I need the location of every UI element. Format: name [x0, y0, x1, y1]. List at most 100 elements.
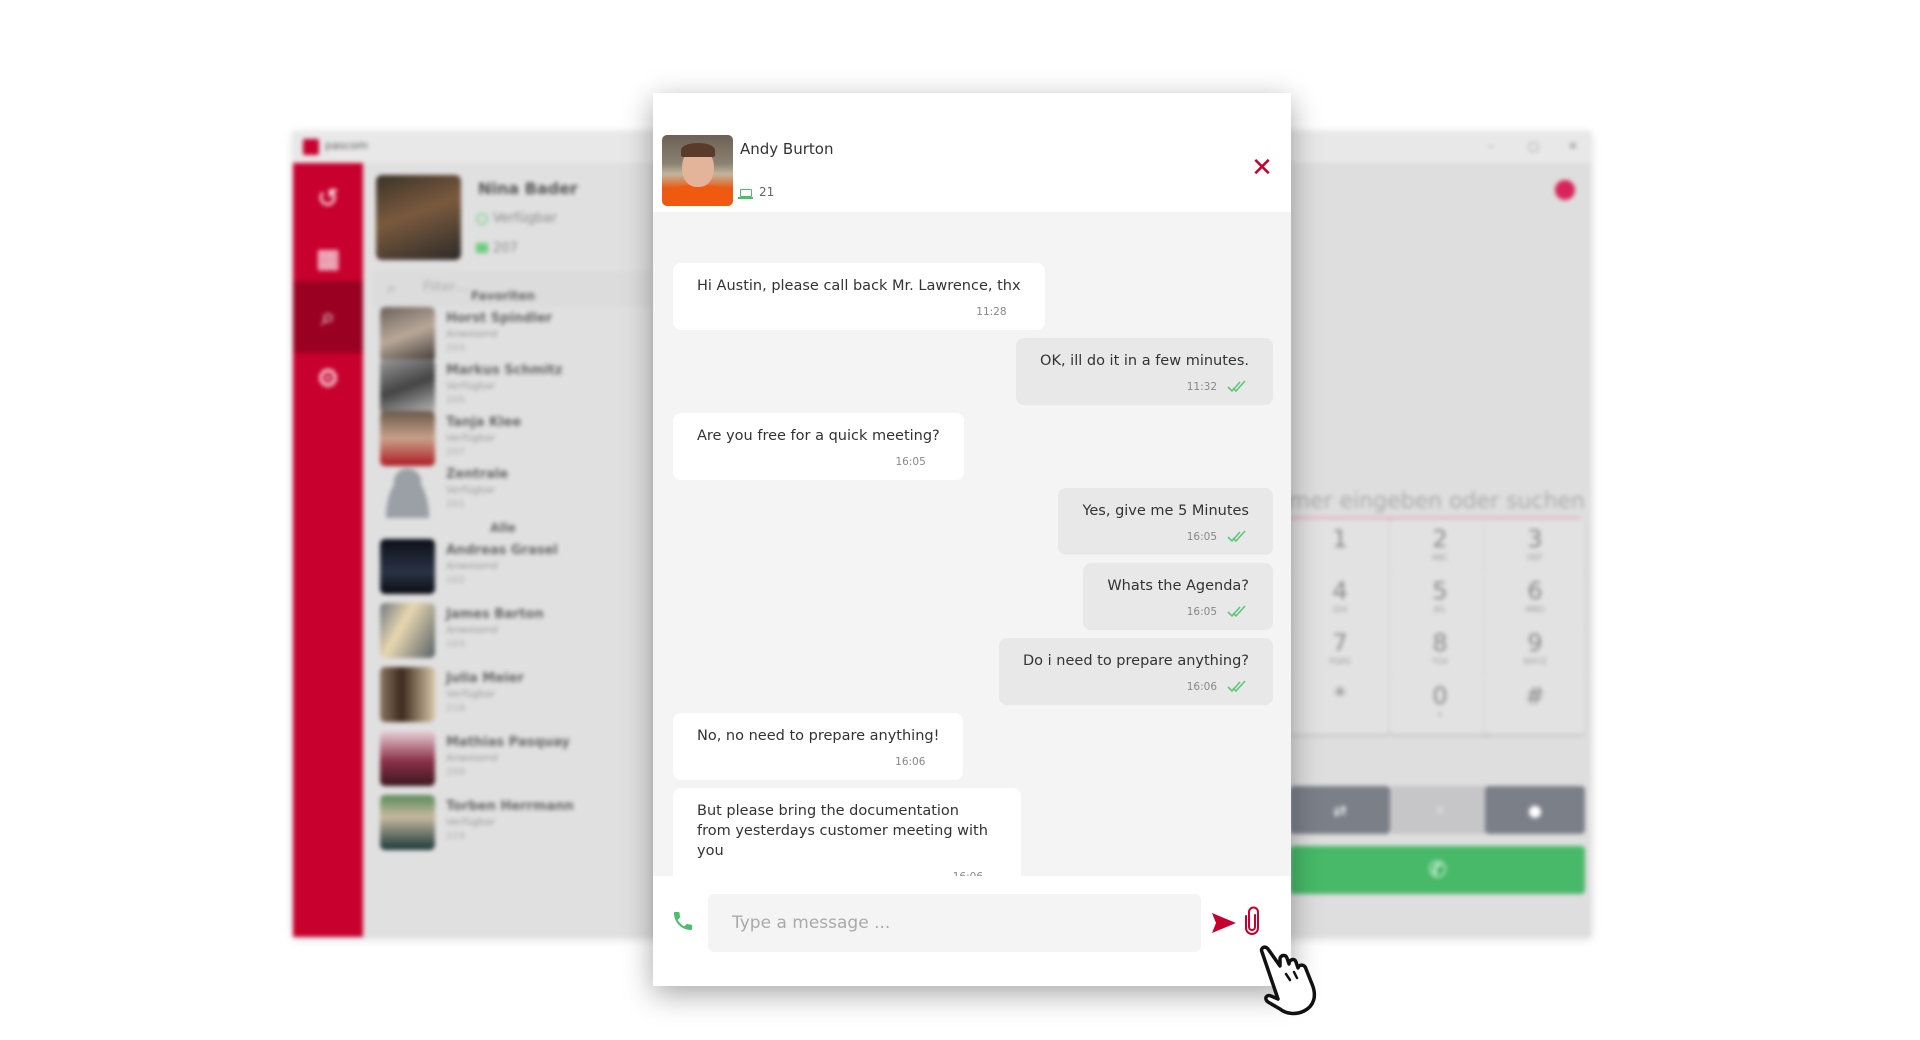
contact-name: Julia Meier — [446, 671, 524, 686]
message-bubble[interactable]: No, no need to prepare anything! 16:06 — [673, 713, 964, 780]
profile-avatar — [376, 175, 461, 260]
contact-extension: 102 — [446, 575, 466, 586]
history-icon: ↺ — [317, 184, 339, 214]
contact-status: Verfügbar — [446, 817, 496, 828]
transfer-button[interactable]: ⇄ — [1290, 786, 1390, 834]
contact-item[interactable]: Julia Meier Verfügbar 218 — [380, 667, 640, 725]
dial-key[interactable]: 3 DEF — [1485, 519, 1585, 577]
contact-item[interactable]: Mathias Pasquay Anwesend 209 — [380, 731, 640, 789]
call-button[interactable]: ✆ — [1290, 846, 1585, 894]
nav-settings[interactable]: ⚙ — [293, 343, 363, 415]
minimize-button[interactable]: – — [1488, 139, 1494, 153]
dial-key[interactable]: 8 TUV — [1390, 623, 1490, 681]
dial-key-digit: # — [1524, 682, 1546, 710]
contact-avatar — [380, 795, 435, 850]
dial-key-letters: + — [1436, 710, 1444, 719]
dial-key-letters: JKL — [1433, 605, 1447, 614]
notification-icon[interactable] — [1555, 180, 1575, 200]
close-icon[interactable]: ✕ — [1249, 155, 1275, 181]
dial-key-digit: 1 — [1332, 525, 1348, 553]
message-text: Whats the Agenda? — [1107, 578, 1249, 594]
contact-status: Anwesend — [446, 625, 498, 636]
contact-extension: 224 — [446, 831, 466, 842]
dial-key[interactable]: 9 WXYZ — [1485, 623, 1585, 681]
message-bubble[interactable]: OK, ill do it in a few minutes. 11:32 — [1016, 338, 1273, 405]
video-button[interactable]: ● — [1485, 786, 1585, 834]
section-favorites[interactable]: Favoriten — [423, 289, 583, 303]
incoming-message: But please bring the documentation from … — [673, 788, 1271, 876]
dial-key-digit: 4 — [1332, 577, 1348, 605]
contact-item[interactable]: Andreas Grasel Anwesend 102 — [380, 539, 640, 597]
dial-key-letters: DEF — [1527, 553, 1543, 562]
message-text: Are you free for a quick meeting? — [697, 428, 940, 444]
double-check-icon — [1227, 680, 1249, 694]
contact-status: Anwesend — [446, 753, 498, 764]
contact-item[interactable]: Horst Spindler Anwesend 203 — [380, 307, 640, 365]
double-check-icon — [1227, 380, 1249, 394]
dial-key[interactable]: 5 JKL — [1390, 571, 1490, 629]
message-time: 16:05 — [1186, 531, 1217, 543]
dial-input[interactable]: Nummer eingeben oder suchen ... — [1290, 489, 1585, 514]
contact-extension: 205 — [446, 395, 466, 406]
dial-key[interactable]: 4 GHI — [1290, 571, 1390, 629]
contact-avatar — [380, 463, 435, 518]
dial-key[interactable]: 1 — [1290, 519, 1390, 577]
contact-status: Anwesend — [446, 329, 498, 340]
message-meta: 16:06 — [1023, 677, 1249, 697]
app-logo-icon — [303, 139, 319, 155]
message-bubble[interactable]: Are you free for a quick meeting? 16:05 — [673, 413, 964, 480]
message-meta: 11:32 — [1040, 377, 1249, 397]
phone-icon[interactable] — [671, 909, 695, 933]
message-bubble[interactable]: Yes, give me 5 Minutes 16:05 — [1058, 488, 1273, 555]
screen: pascom – ▢ ✕ ↺ ▦ ⌕ ⚙ Nina Bader Verfügba… — [0, 0, 1920, 1040]
section-all[interactable]: Alle — [423, 521, 583, 535]
message-time: 11:32 — [1186, 381, 1217, 393]
dial-key[interactable]: 0 + — [1390, 676, 1490, 734]
contact-avatar — [380, 359, 435, 414]
contact-avatar — [380, 603, 435, 658]
chat-header: Andy Burton 21 ✕ — [653, 93, 1291, 212]
gear-icon: ⚙ — [316, 364, 340, 394]
dial-key-letters: TUV — [1431, 657, 1449, 666]
contact-name: Mathias Pasquay — [446, 735, 570, 750]
message-bubble[interactable]: Do i need to prepare anything? 16:06 — [999, 638, 1273, 705]
double-check-icon — [1227, 530, 1249, 544]
contact-item[interactable]: Tanja Klee Verfügbar 207 — [380, 411, 640, 469]
dial-key[interactable]: 2 ABC — [1390, 519, 1490, 577]
profile-status[interactable]: Verfügbar — [493, 211, 557, 226]
contact-item[interactable]: Markus Schmitz Verfügbar 205 — [380, 359, 640, 417]
profile-extension: 207 — [493, 241, 518, 256]
dial-key-letters: ABC — [1431, 553, 1449, 562]
message-bubble[interactable]: Whats the Agenda? 16:05 — [1083, 563, 1273, 630]
contact-name: Andreas Grasel — [446, 543, 558, 558]
contact-name: Tanja Klee — [446, 415, 522, 430]
message-bubble[interactable]: Hi Austin, please call back Mr. Lawrence… — [673, 263, 1045, 330]
maximize-button[interactable]: ▢ — [1528, 139, 1539, 153]
dial-key[interactable]: # — [1485, 676, 1585, 734]
incoming-message: Are you free for a quick meeting? 16:05 — [673, 413, 1271, 480]
dial-key[interactable]: * — [1290, 676, 1390, 734]
incoming-message: Hi Austin, please call back Mr. Lawrence… — [673, 263, 1271, 330]
contact-name: Horst Spindler — [446, 311, 553, 326]
contact-status: Verfügbar — [446, 433, 496, 444]
contact-name: Zentrale — [446, 467, 509, 482]
send-button[interactable] — [1211, 910, 1237, 936]
window-close-button[interactable]: ✕ — [1568, 139, 1578, 153]
attach-button[interactable] — [1243, 906, 1261, 936]
dial-key-digit: 5 — [1432, 577, 1448, 605]
dial-key[interactable]: 6 MNO — [1485, 571, 1585, 629]
dial-key-digit: 3 — [1527, 525, 1543, 553]
laptop-icon — [738, 189, 753, 199]
message-input[interactable] — [708, 894, 1201, 952]
message-text: OK, ill do it in a few minutes. — [1040, 353, 1249, 369]
contact-item[interactable]: Torben Herrmann Verfügbar 224 — [380, 795, 640, 853]
contact-item[interactable]: James Barton Anwesend 103 — [380, 603, 640, 661]
contact-name: Torben Herrmann — [446, 799, 574, 814]
dial-key[interactable]: 7 PQRS — [1290, 623, 1390, 681]
message-text: Hi Austin, please call back Mr. Lawrence… — [697, 278, 1021, 294]
contact-avatar — [662, 135, 733, 206]
hold-button[interactable]: ⏸ — [1390, 786, 1490, 834]
message-bubble[interactable]: But please bring the documentation from … — [673, 788, 1021, 876]
message-time: 11:28 — [976, 306, 1007, 318]
contact-item[interactable]: Zentrale Verfügbar 201 — [380, 463, 640, 521]
